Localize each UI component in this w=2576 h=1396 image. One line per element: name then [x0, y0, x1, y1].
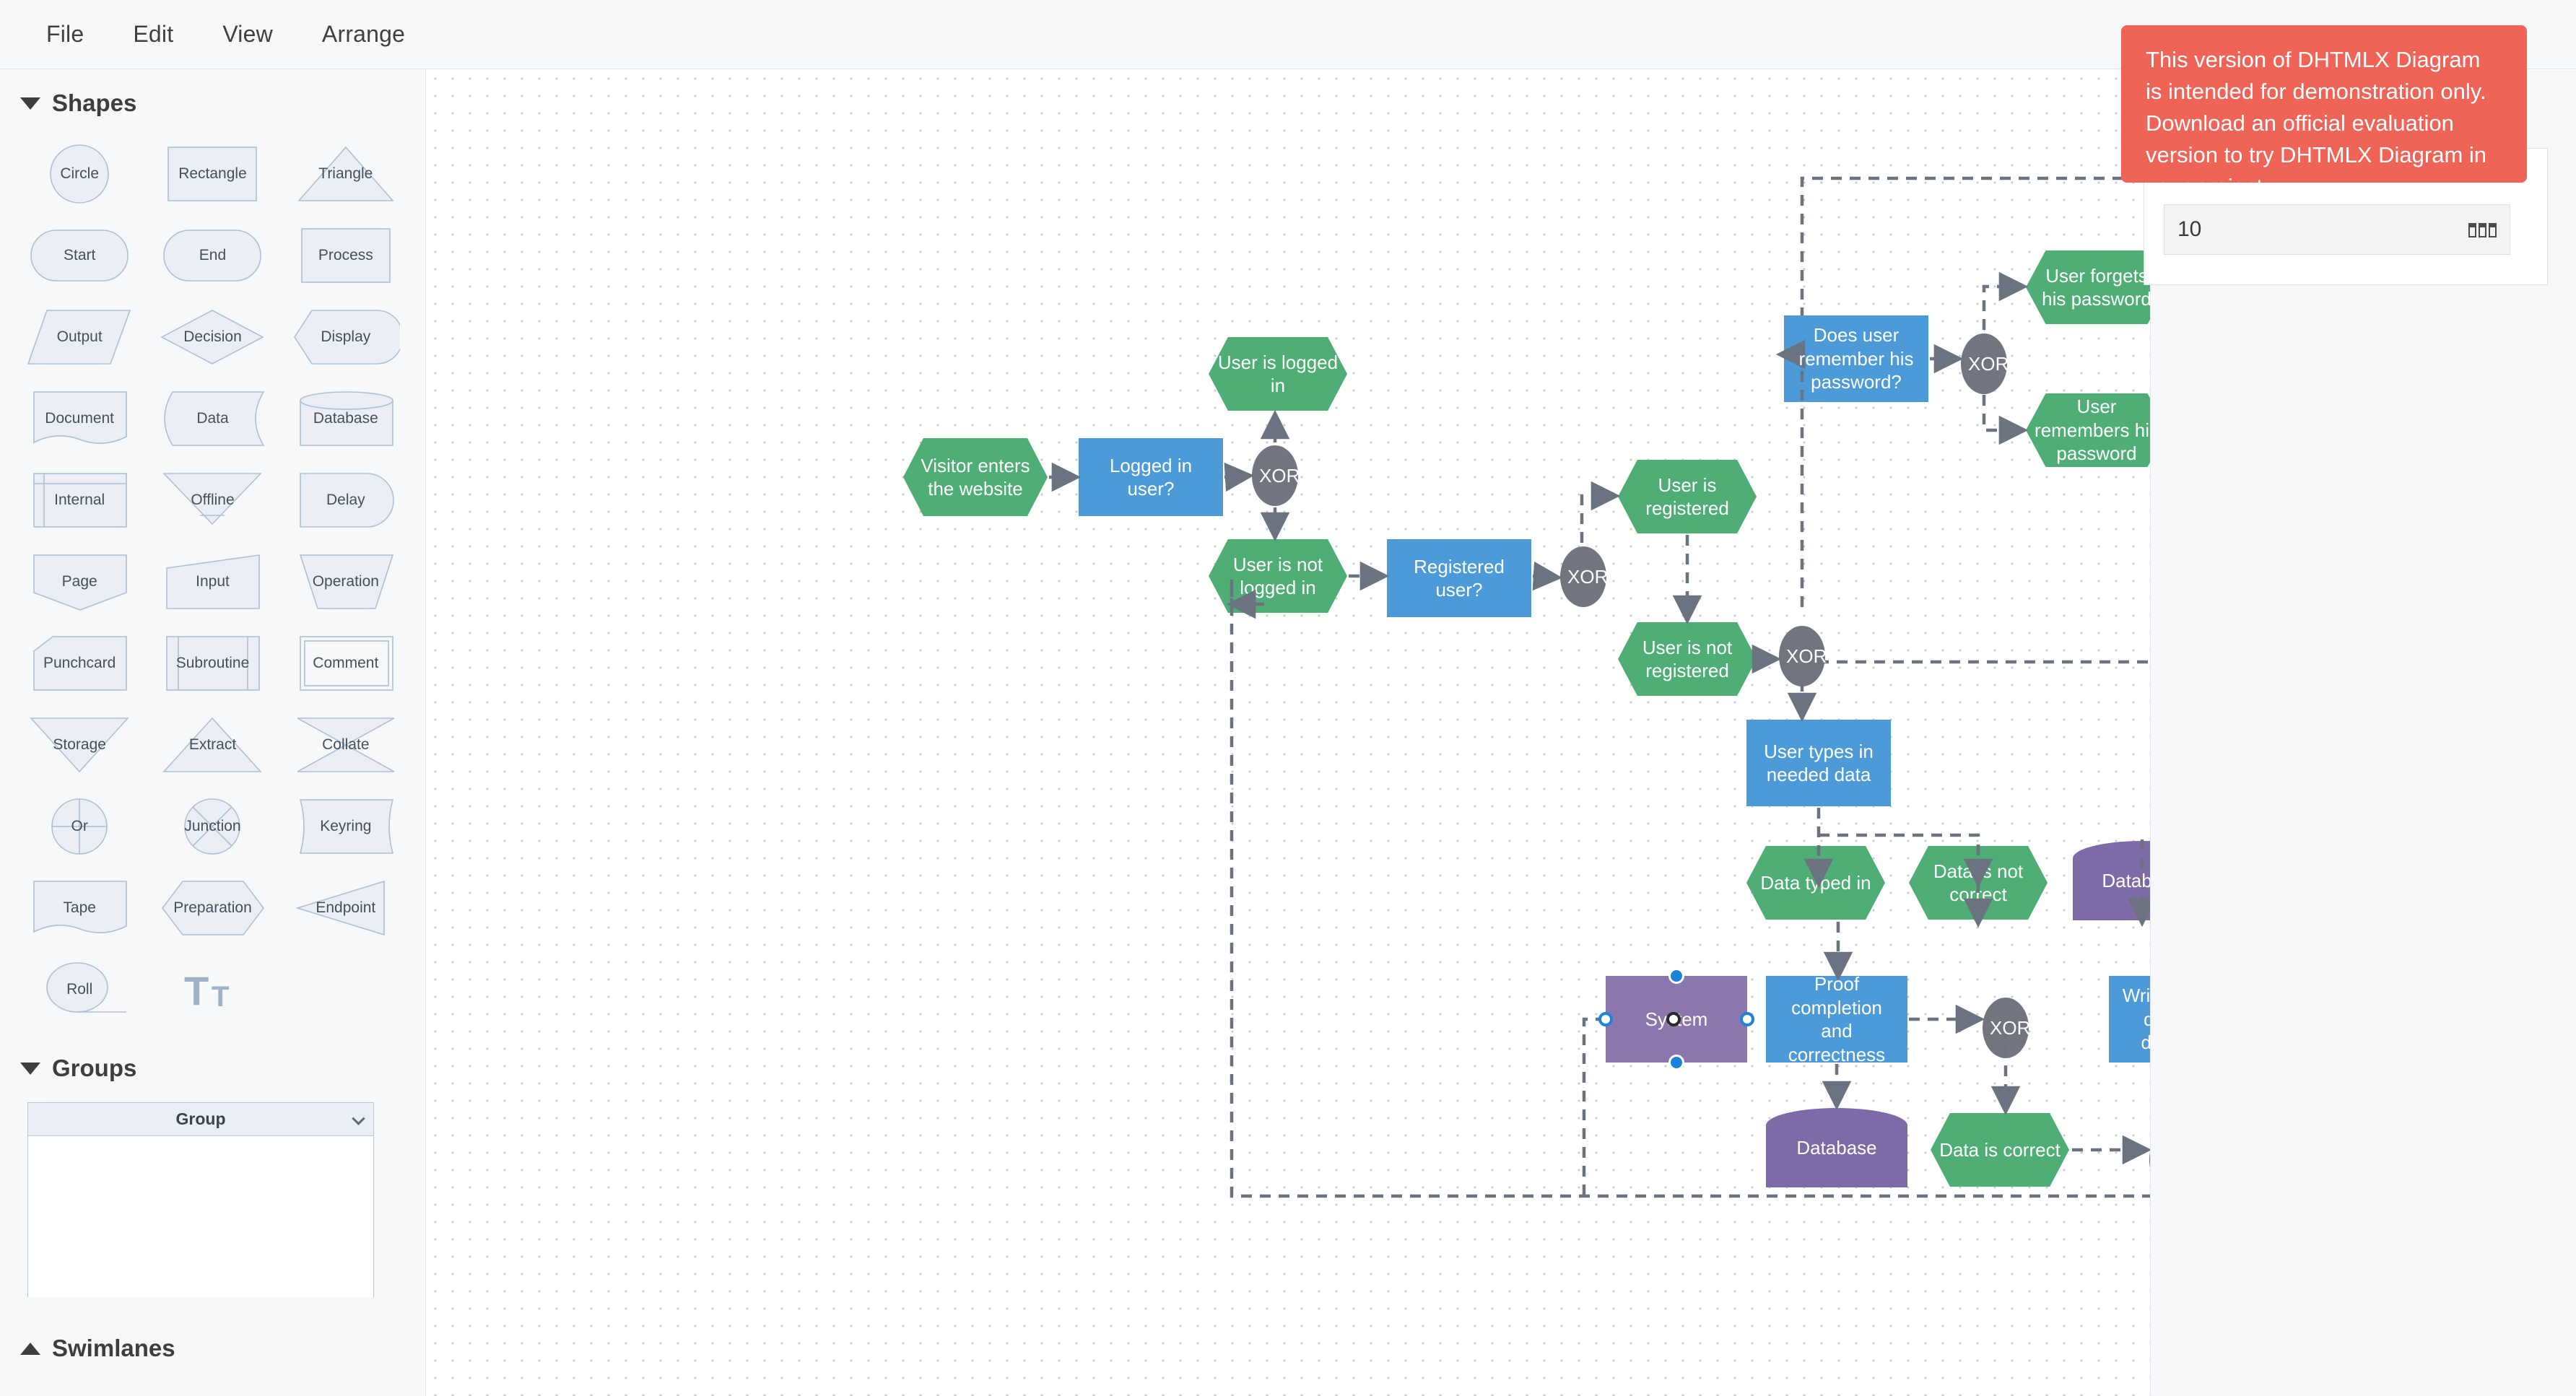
- shape-item-endpoint[interactable]: Endpoint: [279, 867, 412, 948]
- shape-item-subroutine[interactable]: Subroutine: [146, 622, 279, 704]
- shape-item-database[interactable]: Database: [279, 378, 412, 459]
- shape-item-start[interactable]: Start: [13, 214, 146, 296]
- shape-item-data[interactable]: Data: [146, 378, 279, 459]
- shape-item-end[interactable]: End: [146, 214, 279, 296]
- diagram-links-layer: [1049, 176, 2150, 1198]
- shape-item-delay[interactable]: Delay: [279, 459, 412, 541]
- shape-item-rectangle[interactable]: Rectangle: [146, 133, 279, 214]
- shape-item-text-tool[interactable]: TT: [146, 948, 279, 1030]
- menu-item-arrange[interactable]: Arrange: [297, 0, 430, 69]
- shape-item-junction[interactable]: Junction: [146, 785, 279, 867]
- caret-up-icon: [20, 1342, 40, 1355]
- shape-item-input[interactable]: Input: [146, 541, 279, 622]
- shape-item-collate[interactable]: Collate: [279, 704, 412, 785]
- shapes-section-title: Shapes: [52, 90, 137, 116]
- connection-port-left[interactable]: [1598, 1012, 1613, 1026]
- demo-notice-banner: This version of DHTMLX Diagram is intend…: [2121, 25, 2527, 199]
- shape-item-tape[interactable]: Tape: [13, 867, 146, 948]
- groups-section-title: Groups: [52, 1055, 137, 1081]
- shape-item-display[interactable]: Display: [279, 296, 412, 378]
- svg-text:T: T: [212, 981, 229, 1013]
- swimlanes-section-header[interactable]: Swimlanes: [0, 1297, 425, 1375]
- shape-item-preparation[interactable]: Preparation: [146, 867, 279, 948]
- shapes-palette: Circle Rectangle Triangle Start End Process Ou…: [0, 130, 425, 1030]
- shape-item-offline[interactable]: Offline: [146, 459, 279, 541]
- shape-item-punchcard[interactable]: Punchcard: [13, 622, 146, 704]
- diagram-canvas[interactable]: Visitor enters the website Logged in user…: [427, 70, 2150, 1396]
- shape-item-process[interactable]: Process: [279, 214, 412, 296]
- groups-column-header: Group: [175, 1109, 226, 1128]
- shape-item-comment[interactable]: Comment: [279, 622, 412, 704]
- groups-table-wrapper: Group: [0, 1095, 425, 1297]
- left-sidebar: Shapes Circle Rectangle Triangle Start End Pr…: [0, 69, 426, 1396]
- groups-table[interactable]: Group: [27, 1102, 374, 1297]
- shape-item-document[interactable]: Document: [13, 378, 146, 459]
- groups-table-header[interactable]: Group: [28, 1103, 373, 1136]
- shape-item-page[interactable]: Page: [13, 541, 146, 622]
- groups-section-header[interactable]: Groups: [0, 1030, 425, 1095]
- shape-item-or[interactable]: Or: [13, 785, 146, 867]
- mouse-cursor-indicator: [1666, 1012, 1681, 1026]
- caret-down-icon: [20, 97, 40, 110]
- shape-item-keyring[interactable]: Keyring: [279, 785, 412, 867]
- shape-item-operation[interactable]: Operation: [279, 541, 412, 622]
- shape-item-decision[interactable]: Decision: [146, 296, 279, 378]
- shape-item-circle[interactable]: Circle: [13, 133, 146, 214]
- shape-item-internal[interactable]: Internal: [13, 459, 146, 541]
- size-input[interactable]: 10: [2164, 204, 2510, 255]
- menu-item-edit[interactable]: Edit: [108, 0, 198, 69]
- resize-handle-top[interactable]: [1668, 968, 1684, 984]
- chevron-down-icon[interactable]: [352, 1112, 365, 1125]
- shape-item-roll[interactable]: Roll: [13, 948, 146, 1030]
- right-panel: 10: [2144, 70, 2576, 1396]
- resize-handle-bottom[interactable]: [1668, 1055, 1684, 1070]
- swimlanes-section-title: Swimlanes: [52, 1335, 175, 1361]
- menu-item-view[interactable]: View: [198, 0, 297, 69]
- shape-item-output[interactable]: Output: [13, 296, 146, 378]
- caret-down-icon: [20, 1062, 40, 1075]
- shape-item-triangle[interactable]: Triangle: [279, 133, 412, 214]
- menu-item-file[interactable]: File: [22, 0, 108, 69]
- shape-item-storage[interactable]: Storage: [13, 704, 146, 785]
- connection-port-right[interactable]: [1740, 1012, 1754, 1026]
- shapes-section-header[interactable]: Shapes: [0, 69, 425, 130]
- grid-icon[interactable]: [2468, 223, 2497, 237]
- svg-text:T: T: [184, 968, 209, 1013]
- shape-item-extract[interactable]: Extract: [146, 704, 279, 785]
- groups-table-body[interactable]: [28, 1136, 373, 1297]
